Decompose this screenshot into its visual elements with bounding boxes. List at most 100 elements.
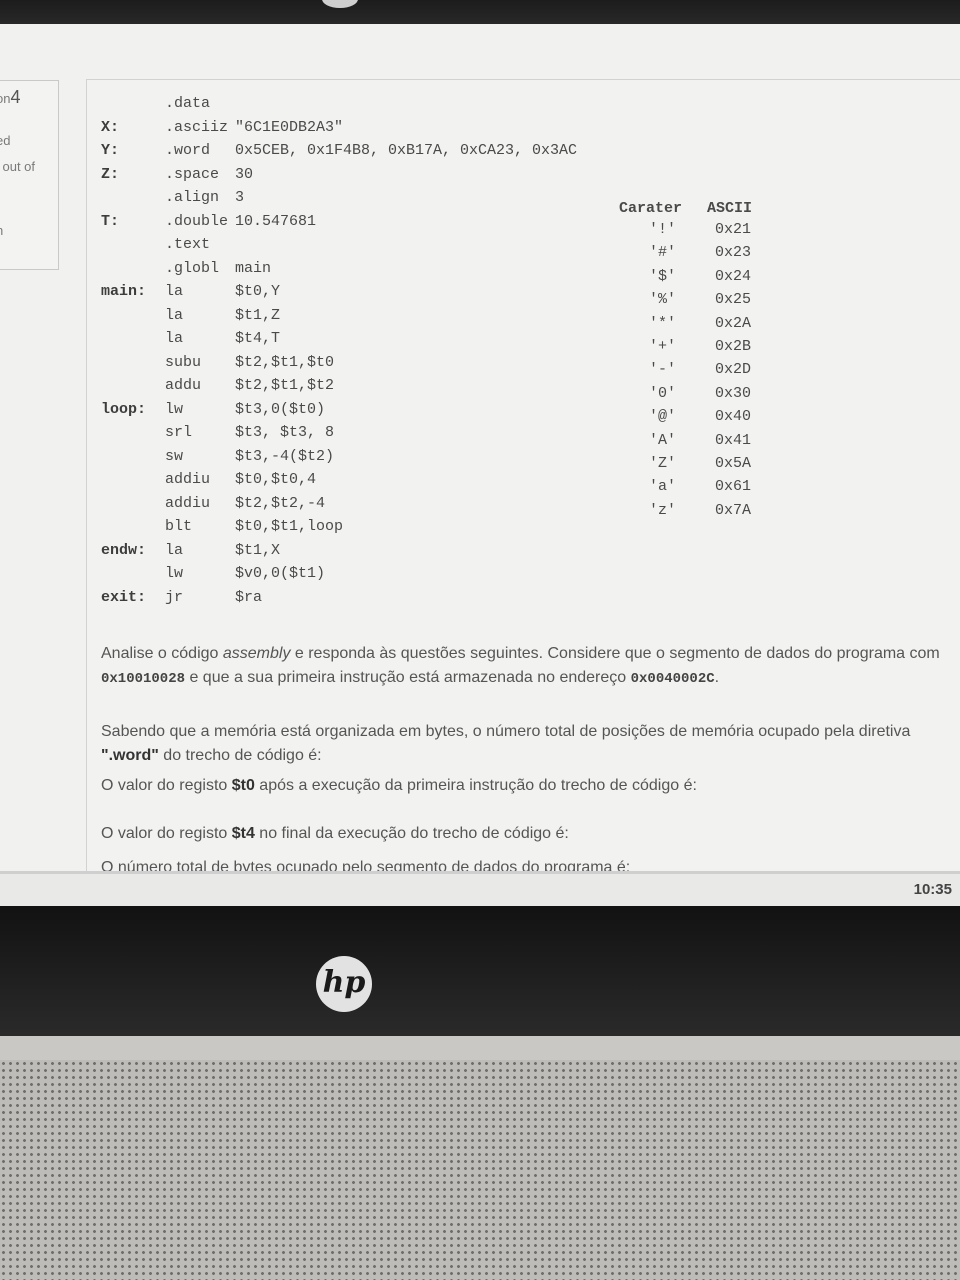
code-opcode: .double: [165, 212, 229, 230]
ascii-row: '$' 0x24: [619, 267, 779, 287]
code-line: X: .asciiz "6C1E0DB2A3": [87, 118, 607, 138]
webcam: [322, 0, 358, 8]
code-opcode: lw: [165, 400, 184, 418]
ascii-hex: 0x40: [715, 408, 752, 426]
code-opcode: la: [165, 283, 184, 300]
code-opcode: .asciiz: [165, 118, 229, 136]
code-opcode: addiu: [165, 471, 211, 488]
code-line: addu $t2,$t1,$t2: [87, 376, 607, 396]
code-line: T: .double 10.547681: [87, 212, 607, 232]
code-label: T:: [101, 212, 120, 230]
taskbar-clock[interactable]: 10:35: [914, 881, 952, 898]
code-operands: $t4,T: [235, 330, 281, 347]
ascii-row: '@' 0x40: [619, 407, 779, 427]
ascii-char: '$': [649, 267, 677, 285]
ascii-char: '!': [649, 221, 677, 238]
code-opcode: .align: [165, 189, 220, 206]
ascii-hex: 0x25: [715, 291, 752, 309]
code-operands: 30: [235, 165, 254, 183]
code-operands: $t1,X: [235, 541, 281, 559]
code-line: .text: [87, 235, 607, 255]
code-line: srl $t3, $t3, 8: [87, 423, 607, 443]
code-operands: "6C1E0DB2A3": [235, 118, 344, 136]
question-t4-value: O valor do registo $t4 no final da execu…: [101, 825, 569, 842]
code-operands: $t1,Z: [235, 306, 281, 324]
code-line: main: la $t0,Y: [87, 282, 607, 302]
code-operands: $t0,$t0,4: [235, 471, 317, 488]
intro-paragraph: Analise o código assembly e responda às …: [101, 645, 940, 687]
laptop-bottom-bezel: hp: [0, 906, 960, 1036]
code-opcode: .word: [165, 142, 211, 159]
ascii-char: '%': [649, 291, 677, 309]
ascii-header-ascii: ASCII: [707, 200, 753, 217]
ascii-row: '#' 0x23: [619, 243, 779, 263]
code-operands: $t2,$t1,$t2: [235, 377, 335, 394]
code-operands: main: [235, 259, 272, 277]
code-operands: $t3, $t3, 8: [235, 424, 335, 441]
code-opcode: lw: [165, 565, 184, 582]
code-line: .globl main: [87, 259, 607, 279]
ascii-row: 'Z' 0x5A: [619, 454, 779, 474]
code-operands: $t3,-4($t2): [235, 447, 335, 465]
question-status: ed: [0, 133, 11, 148]
ascii-hex: 0x61: [715, 478, 752, 496]
flag-question-link[interactable]: n: [0, 223, 3, 238]
ascii-row: 'A' 0x41: [619, 431, 779, 451]
code-opcode: srl: [165, 424, 193, 441]
ascii-char: '-': [649, 361, 677, 379]
code-operands: $t2,$t1,$t0: [235, 353, 335, 371]
code-line: subu $t2,$t1,$t0: [87, 353, 607, 373]
code-opcode: addiu: [165, 494, 211, 512]
code-operands: $t3,0($t0): [235, 400, 326, 418]
code-opcode: .data: [165, 95, 211, 112]
ascii-row: '-' 0x2D: [619, 360, 779, 380]
code-opcode: subu: [165, 353, 202, 371]
code-label: Z:: [101, 165, 120, 183]
ascii-char: '*': [649, 314, 677, 332]
code-line: Y: .word 0x5CEB, 0x1F4B8, 0xB17A, 0xCA23, …: [87, 141, 607, 161]
code-line: addiu $t2,$t2,-4: [87, 494, 607, 514]
code-line: addiu $t0,$t0,4: [87, 470, 607, 490]
ascii-char: 'a': [649, 478, 677, 496]
ascii-hex: 0x30: [715, 384, 752, 402]
ascii-row: '+' 0x2B: [619, 337, 779, 357]
ascii-hex: 0x41: [715, 431, 752, 449]
ascii-hex: 0x21: [715, 221, 752, 238]
code-label: main:: [101, 283, 147, 300]
ascii-char: '+': [649, 338, 677, 355]
question-t0-value: O valor do registo $t0 após a execução d…: [101, 777, 697, 794]
code-opcode: la: [165, 306, 184, 324]
ascii-char: '0': [649, 384, 677, 402]
code-line: lw $v0,0($t1): [87, 564, 607, 584]
ascii-row: '!' 0x21: [619, 220, 779, 240]
data-segment-address: 0x10010028: [101, 671, 186, 687]
code-opcode: addu: [165, 377, 202, 394]
ascii-hex: 0x2D: [715, 361, 752, 379]
code-operands: $t0,Y: [235, 283, 281, 300]
code-operands: 10.547681: [235, 212, 317, 230]
code-label: X:: [101, 118, 120, 136]
question-word-directive: Sabendo que a memória está organizada em…: [101, 723, 911, 764]
hp-logo: hp: [316, 956, 372, 1012]
code-opcode: jr: [165, 588, 184, 606]
code-operands: $t0,$t1,loop: [235, 518, 344, 535]
ascii-hex: 0x23: [715, 244, 752, 262]
question-number: on4: [0, 87, 21, 107]
code-line: loop: lw $t3,0($t0): [87, 400, 607, 420]
code-label: endw:: [101, 541, 147, 559]
code-opcode: .space: [165, 165, 220, 183]
ascii-char: '@': [649, 408, 677, 426]
ascii-char: 'A': [649, 431, 677, 449]
ascii-row: '*' 0x2A: [619, 314, 779, 334]
code-opcode: .globl: [165, 259, 220, 277]
question-marks: l out of: [0, 159, 36, 174]
ascii-row: '0' 0x30: [619, 384, 779, 404]
code-line: exit: jr $ra: [87, 588, 607, 608]
code-opcode: blt: [165, 518, 193, 535]
ascii-row: '%' 0x25: [619, 290, 779, 310]
laptop-screen: on4 ed l out of n .data X: .asciiz "6C1E0DB…: [0, 24, 960, 914]
first-instruction-address: 0x0040002C: [630, 671, 715, 687]
code-line: Z: .space 30: [87, 165, 607, 185]
code-line: la $t1,Z: [87, 306, 607, 326]
ascii-hex: 0x7A: [715, 501, 752, 519]
